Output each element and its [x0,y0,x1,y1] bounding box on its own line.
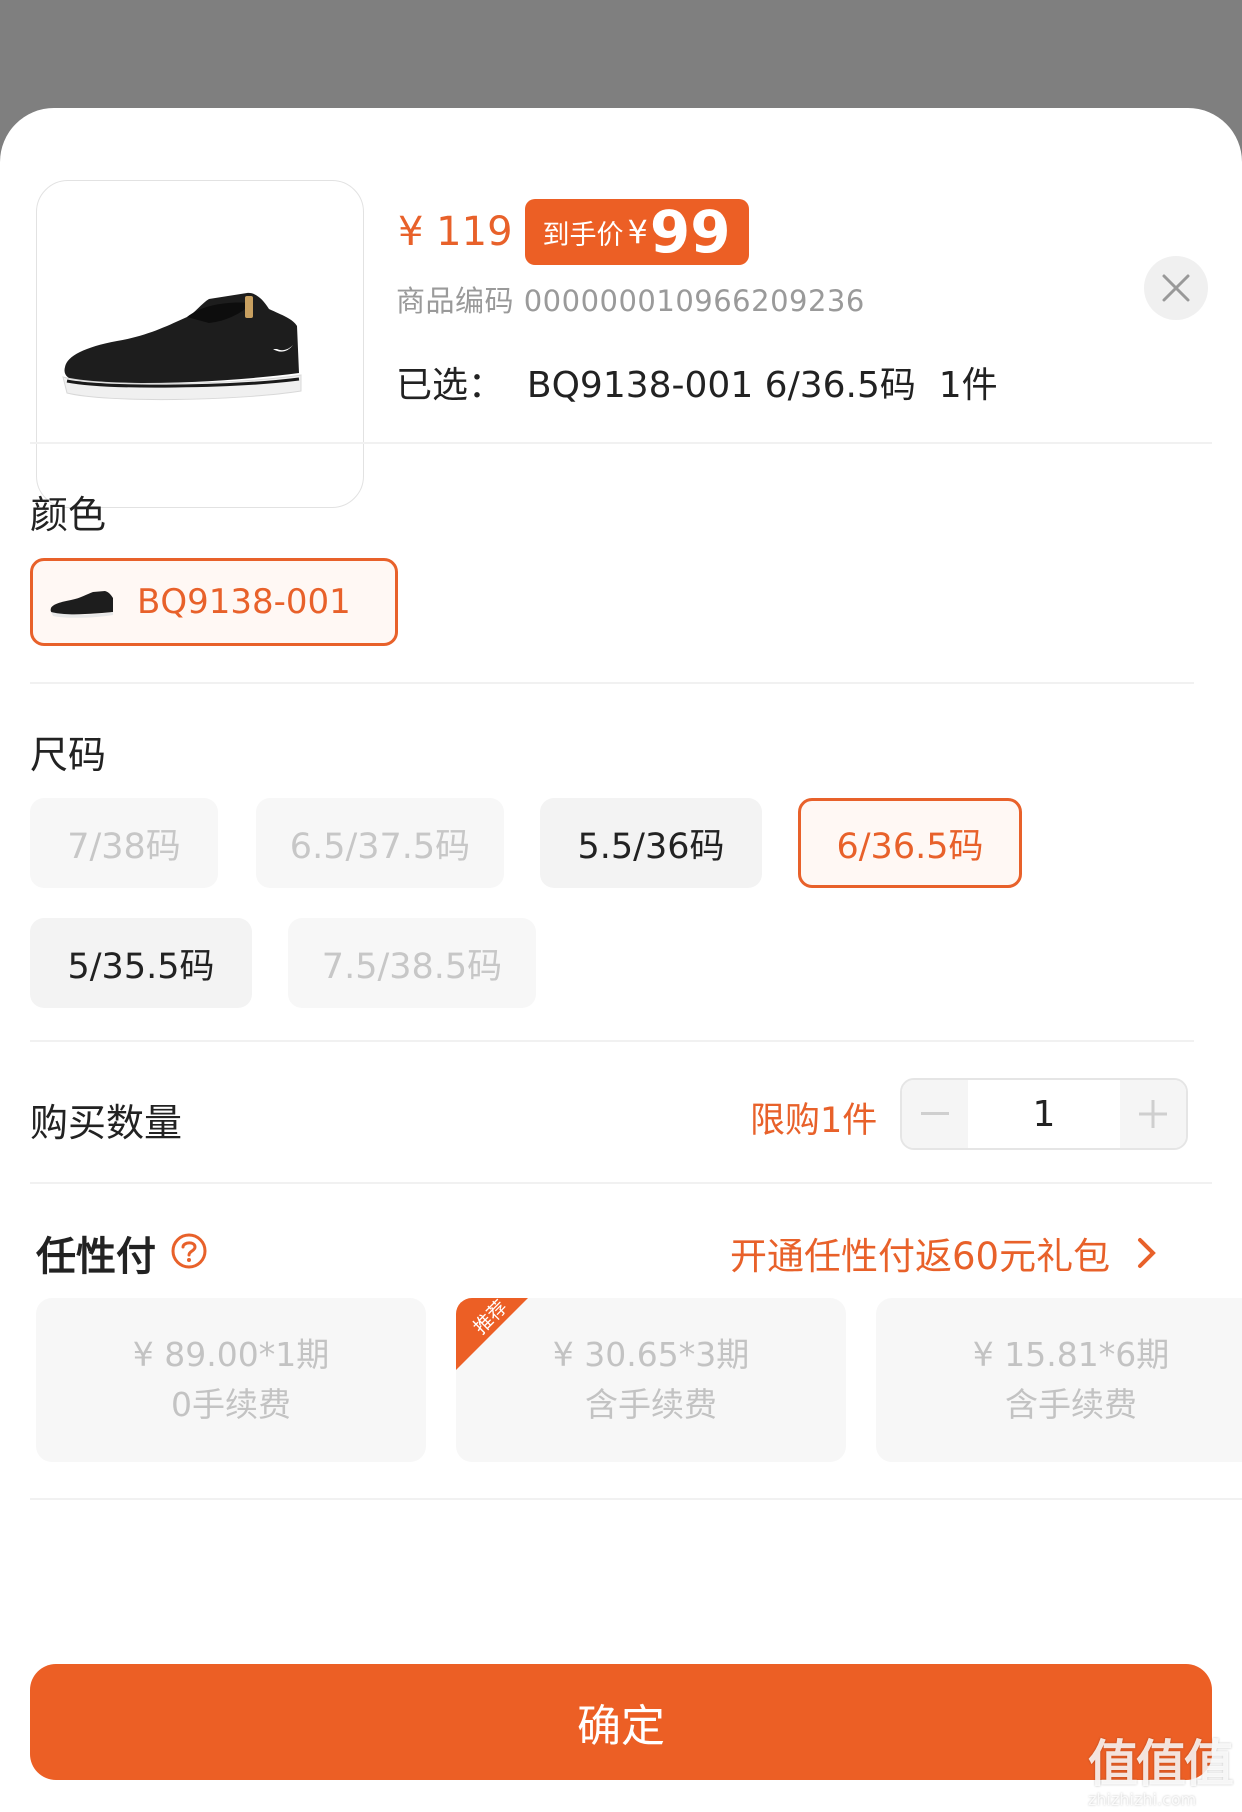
size-option-6-36-5-selected[interactable]: 6/36.5码 [798,798,1022,888]
color-option-label: BQ9138-001 [137,582,351,622]
quantity-section-title: 购买数量 [30,1101,183,1145]
plan-fee: 含手续费 [585,1385,717,1424]
minus-icon [921,1112,949,1115]
shoe-thumbnail-icon [50,591,113,618]
watermark-logo: 值值值 [1088,1735,1234,1793]
installment-plan-1[interactable]: ¥ 89.00*1期 0手续费 [36,1298,426,1462]
chevron-right-icon [1138,1238,1156,1268]
size-option-6-5-37-5[interactable]: 6.5/37.5码 [256,798,504,888]
size-option-5-5-36[interactable]: 5.5/36码 [540,798,762,888]
confirm-button[interactable]: 确定 [30,1664,1212,1780]
plan-fee: 0手续费 [171,1385,291,1424]
plus-icon [1139,1100,1167,1128]
divider [30,1040,1194,1042]
quantity-stepper: 1 [900,1078,1188,1150]
close-button[interactable] [1144,256,1208,320]
final-price-badge: 到手价 ¥ 99 [524,198,749,266]
close-icon [1162,274,1190,302]
divider [30,1182,1212,1184]
selected-summary: 已选： BQ9138-001 6/36.5码 1件 [396,365,998,406]
plan-amount: ¥ 30.65*3期 [552,1335,750,1374]
purchase-limit-text: 限购1件 [750,1101,878,1141]
product-image [36,180,364,508]
sku-selector-sheet: ¥ 119 到手价 ¥ 99 商品编码 000000010966209236 已… [0,108,1242,1812]
color-option-selected[interactable]: BQ9138-001 [30,558,398,646]
help-icon[interactable] [170,1232,208,1270]
divider [30,682,1194,684]
installment-plan-3[interactable]: 推荐 ¥ 30.65*3期 含手续费 [456,1298,846,1462]
decrease-button[interactable] [902,1080,968,1148]
watermark: 值值值 zhizhizhi.com [1088,1724,1234,1809]
renxingfu-promo-link[interactable]: 开通任性付返60元礼包 [730,1226,1158,1280]
plan-amount: ¥ 15.81*6期 [972,1335,1170,1374]
price: ¥ 119 [398,209,513,255]
renxingfu-title: 任性付 [36,1234,156,1280]
shoe-image-icon [62,292,302,401]
promo-text: 开通任性付返60元礼包 [730,1235,1111,1278]
plan-amount: ¥ 89.00*1期 [132,1335,330,1374]
increase-button[interactable] [1120,1080,1186,1148]
final-price-value: 99 [649,198,731,266]
divider [30,1498,1242,1500]
recommend-ribbon: 推荐 [456,1298,528,1370]
size-option-7-5-38-5[interactable]: 7.5/38.5码 [288,918,536,1008]
size-option-5-35-5[interactable]: 5/35.5码 [30,918,252,1008]
quantity-value[interactable]: 1 [968,1080,1120,1148]
installment-plan-6[interactable]: ¥ 15.81*6期 含手续费 [876,1298,1242,1462]
size-section-title: 尺码 [30,733,107,777]
sku-code: 商品编码 000000010966209236 [396,284,865,318]
plan-fee: 含手续费 [1005,1385,1137,1424]
price-row: ¥ 119 到手价 ¥ 99 [398,198,749,266]
color-section-title: 颜色 [30,493,107,537]
final-price-symbol: ¥ [627,213,648,251]
size-option-7-38[interactable]: 7/38码 [30,798,218,888]
final-price-label: 到手价 [542,219,624,251]
divider [30,442,1212,444]
